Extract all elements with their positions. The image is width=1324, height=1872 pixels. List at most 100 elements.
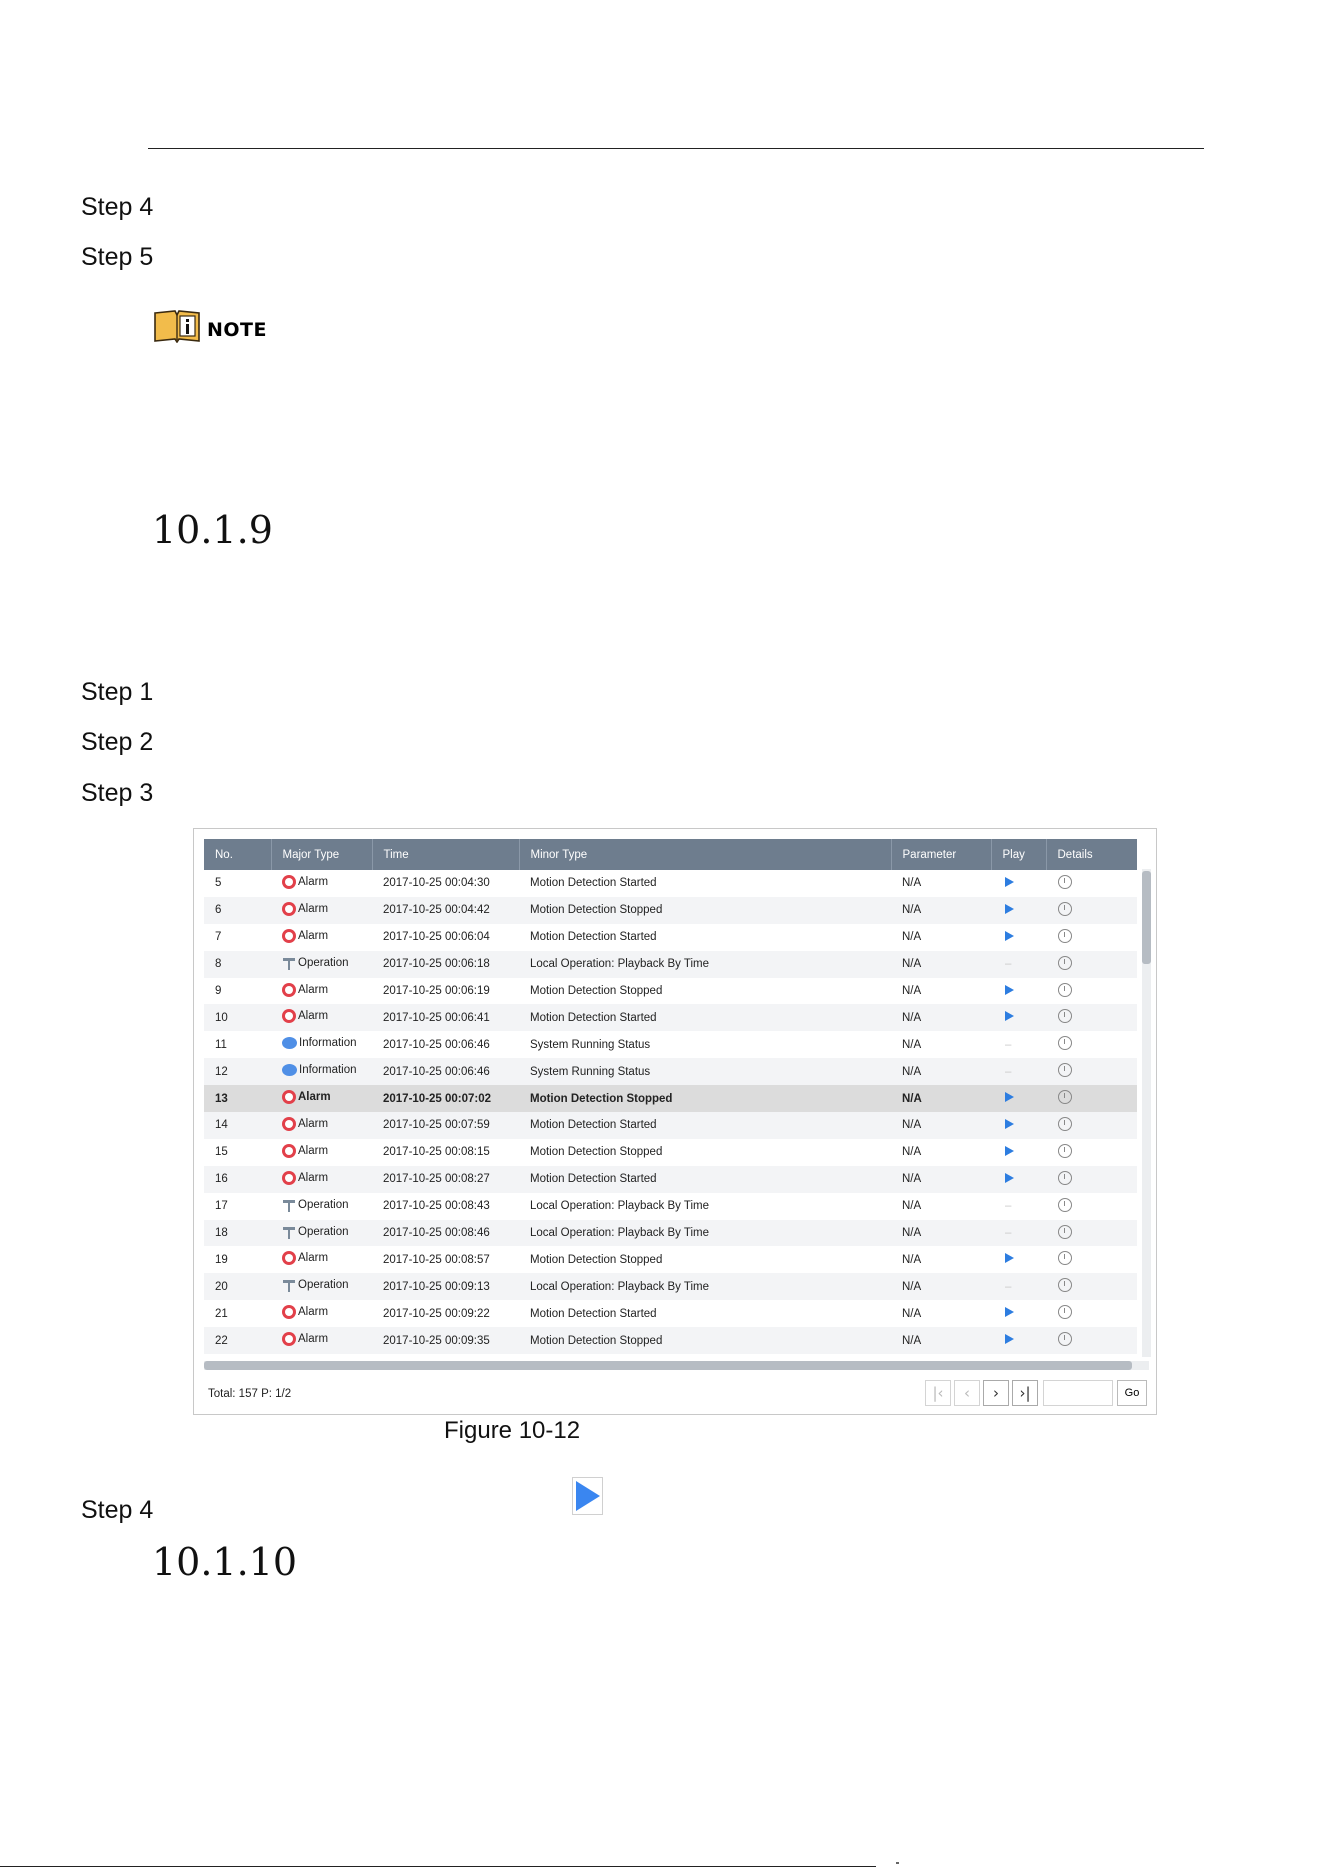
table-row[interactable]: 9 Alarm 2017-10-25 00:06:19 Motion Detectio… [204, 978, 1137, 1005]
details-icon[interactable] [1058, 1170, 1072, 1185]
table-row[interactable]: 6 Alarm 2017-10-25 00:04:42 Motion Detectio… [204, 896, 1137, 924]
cell-details [1046, 1300, 1137, 1327]
table-row[interactable]: 20 Operation 2017-10-25 00:09:13 Local Oper… [204, 1273, 1137, 1301]
play-icon[interactable] [1005, 1145, 1014, 1156]
page-number-input[interactable] [1043, 1380, 1113, 1406]
cell-play: – [991, 1031, 1046, 1058]
column-header-major-type[interactable]: Major Type [270, 839, 372, 870]
go-button[interactable]: Go [1117, 1380, 1147, 1406]
table-row[interactable]: 15 Alarm 2017-10-25 00:08:15 Motion Detecti… [204, 1139, 1137, 1166]
table-row[interactable]: 19 Alarm 2017-10-25 00:08:57 Motion Detecti… [204, 1246, 1137, 1273]
operation-icon [282, 1225, 296, 1239]
log-search-result-panel: No. Major Type Time Minor Type Parameter… [193, 828, 1157, 1415]
details-icon[interactable] [1058, 1143, 1072, 1158]
table-row[interactable]: 18 Operation 2017-10-25 00:08:46 Local Oper… [204, 1219, 1137, 1247]
column-header-play[interactable]: Play [990, 839, 1046, 870]
cell-play: – [991, 1193, 1046, 1220]
table-row[interactable]: 11 Information 2017-10-25 00:06:46 System R… [204, 1031, 1137, 1058]
table-row[interactable]: 10 Alarm 2017-10-25 00:06:41 Motion Detecti… [204, 1004, 1137, 1032]
details-icon[interactable] [1058, 1305, 1072, 1320]
play-icon[interactable] [1005, 903, 1014, 914]
table-row[interactable]: 7 Alarm 2017-10-25 00:06:04 Motion Detectio… [204, 924, 1137, 951]
details-icon[interactable] [1058, 982, 1072, 997]
table-row[interactable]: 13 Alarm 2017-10-25 00:07:02 Motion Detecti… [204, 1085, 1137, 1113]
first-page-icon[interactable]: |‹ [925, 1380, 951, 1406]
table-row[interactable]: 14 Alarm 2017-10-25 00:07:59 Motion Detecti… [204, 1112, 1137, 1139]
cell-major-type: Information [271, 1031, 372, 1058]
details-icon[interactable] [1058, 874, 1072, 889]
cell-details [1046, 1058, 1137, 1086]
details-icon[interactable] [1058, 1090, 1072, 1105]
cell-time: 2017-10-25 00:07:59 [372, 1112, 519, 1139]
cell-minor-type: Local Operation: Playback By Time [519, 1219, 891, 1247]
cell-minor-type: Local Operation: Playback By Time [519, 950, 891, 978]
play-icon[interactable] [1005, 1092, 1014, 1103]
column-header-time[interactable]: Time [371, 839, 519, 870]
column-header-parameter[interactable]: Parameter [890, 839, 991, 870]
cell-minor-type: Motion Detection Stopped [519, 1327, 891, 1355]
details-icon[interactable] [1058, 955, 1072, 970]
table-row[interactable]: 5 Alarm 2017-10-25 00:04:30 Motion Detectio… [204, 870, 1137, 897]
cell-major-type: Alarm [271, 924, 372, 951]
cell-minor-type: Local Operation: Playback By Time [530, 1200, 709, 1213]
cell-details [1046, 1031, 1137, 1058]
details-icon[interactable] [1058, 1116, 1072, 1131]
details-icon[interactable] [1058, 1009, 1072, 1024]
major-type-label: Information [299, 1037, 357, 1050]
cell-time: 2017-10-25 00:09:22 [383, 1307, 490, 1320]
play-icon[interactable] [1005, 1334, 1014, 1345]
details-icon[interactable] [1058, 1036, 1072, 1051]
horizontal-scrollbar-thumb[interactable] [204, 1361, 1132, 1370]
details-icon[interactable] [1058, 1332, 1072, 1347]
table-row[interactable]: 16 Alarm 2017-10-25 00:08:27 Motion Detecti… [204, 1165, 1137, 1193]
cell-play: – [991, 1273, 1046, 1301]
cell-major-type: Alarm [271, 896, 372, 924]
column-header-details[interactable]: Details [1045, 839, 1137, 870]
play-icon[interactable] [1005, 1118, 1014, 1129]
column-header-minor-type[interactable]: Minor Type [518, 839, 891, 870]
cell-parameter: N/A [902, 1307, 922, 1320]
play-icon[interactable] [1005, 984, 1014, 995]
play-icon[interactable] [1005, 1307, 1014, 1318]
details-icon[interactable] [1058, 1063, 1072, 1078]
table-row[interactable]: 22 Alarm 2017-10-25 00:09:35 Motion Detecti… [204, 1327, 1137, 1355]
major-type-label: Operation [298, 1225, 349, 1238]
no-playback-dash-icon: – [1005, 1280, 1012, 1293]
play-icon[interactable] [1005, 1172, 1014, 1183]
table-row[interactable]: 12 Information 2017-10-25 00:06:46 System R… [204, 1058, 1137, 1086]
cell-details [1046, 896, 1137, 924]
next-page-icon[interactable]: › [983, 1380, 1009, 1406]
prev-page-icon[interactable]: ‹ [954, 1380, 980, 1406]
operation-icon [282, 956, 296, 970]
play-icon[interactable] [1005, 930, 1014, 941]
cell-minor-type: Motion Detection Started [519, 1112, 891, 1139]
major-type-label: Alarm [298, 1117, 329, 1130]
cell-minor-type: Motion Detection Stopped [530, 1146, 663, 1159]
table-row[interactable]: 8 Operation 2017-10-25 00:06:18 Local Opera… [204, 950, 1137, 978]
information-icon [282, 1064, 297, 1077]
table-row[interactable]: 21 Alarm 2017-10-25 00:09:22 Motion Detecti… [204, 1300, 1137, 1327]
step-label: Step 4 [81, 193, 154, 221]
details-icon[interactable] [1058, 1224, 1072, 1239]
details-icon[interactable] [1058, 1278, 1072, 1293]
details-icon[interactable] [1058, 901, 1072, 916]
play-icon[interactable] [1005, 1011, 1014, 1022]
step-label: Step 3 [81, 779, 154, 807]
play-icon[interactable] [1005, 876, 1014, 887]
details-icon[interactable] [1058, 928, 1072, 943]
cell-play: – [991, 1058, 1046, 1086]
cell-major-type: Operation [271, 1219, 372, 1247]
column-header-no[interactable]: No. [204, 839, 271, 870]
major-type-label: Alarm [298, 1306, 329, 1319]
cell-parameter: N/A [902, 1253, 922, 1266]
cell-major-type: Alarm [271, 1246, 372, 1273]
no-playback-dash-icon: – [1005, 958, 1012, 971]
details-icon[interactable] [1058, 1197, 1072, 1212]
last-page-icon[interactable]: ›| [1012, 1380, 1038, 1406]
alarm-icon [282, 982, 296, 997]
details-icon[interactable] [1058, 1251, 1072, 1266]
play-icon[interactable] [1005, 1253, 1014, 1264]
cell-no: 16 [204, 1165, 271, 1193]
table-row[interactable]: 17 Operation 2017-10-25 00:08:43 Local Oper… [204, 1193, 1137, 1220]
vertical-scrollbar-thumb[interactable] [1142, 871, 1151, 964]
